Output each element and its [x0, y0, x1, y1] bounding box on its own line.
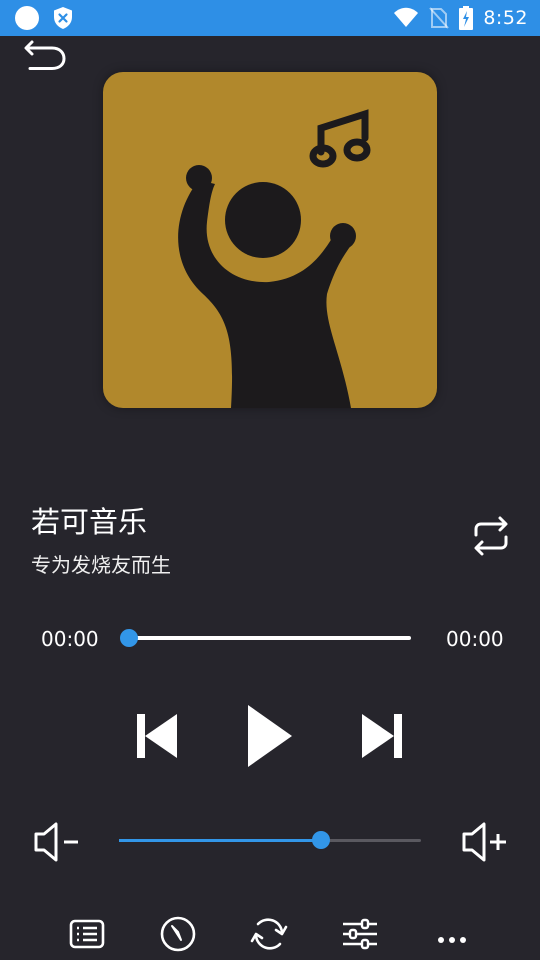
circle-icon [15, 6, 39, 30]
playlist-icon[interactable] [67, 914, 107, 954]
track-title: 若可音乐 [31, 505, 148, 539]
progress-slider[interactable] [120, 629, 411, 647]
battery-icon [459, 6, 474, 30]
wifi-icon [394, 7, 419, 27]
album-art [103, 72, 437, 408]
volume-thumb[interactable] [312, 831, 331, 849]
clock: 8:52 [483, 7, 528, 29]
no-sim-icon [429, 7, 450, 29]
refresh-icon[interactable] [249, 914, 289, 954]
volume-down-icon[interactable] [32, 820, 80, 864]
equalizer-icon[interactable] [340, 914, 380, 954]
track-subtitle: 专为发烧友而生 [31, 553, 171, 577]
timer-icon[interactable] [158, 914, 198, 954]
volume-slider[interactable] [119, 831, 421, 849]
next-icon[interactable] [360, 712, 404, 760]
volume-up-icon[interactable] [460, 820, 508, 864]
previous-icon[interactable] [135, 712, 179, 760]
total-time: 00:00 [446, 627, 504, 651]
music-person-icon [178, 109, 371, 408]
shield-icon [54, 7, 72, 29]
volume-fill [119, 839, 322, 842]
back-icon[interactable] [22, 36, 70, 72]
current-time: 00:00 [41, 627, 99, 651]
bottom-toolbar [0, 908, 540, 960]
status-bar: 8:52 [0, 0, 540, 36]
more-icon[interactable] [432, 914, 472, 954]
progress-thumb[interactable] [120, 629, 138, 647]
play-icon[interactable] [244, 703, 294, 769]
repeat-icon[interactable] [470, 515, 512, 557]
